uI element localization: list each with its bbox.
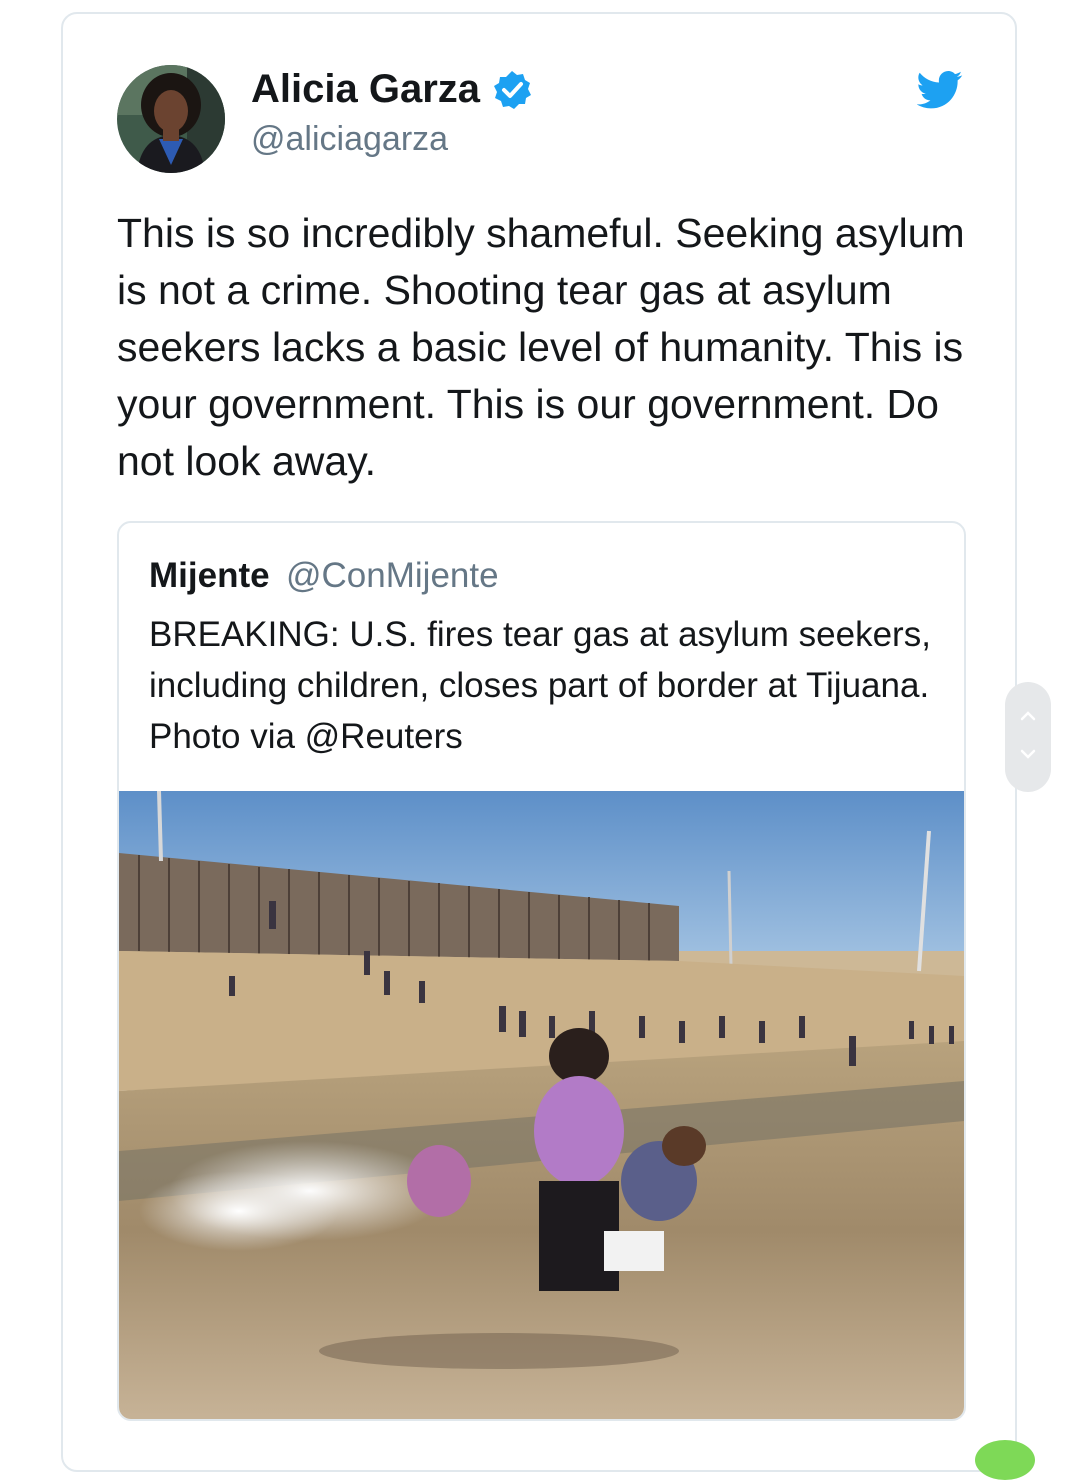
quoted-tweet-text: BREAKING: U.S. fires tear gas at asylum … (149, 615, 931, 756)
scroll-down-icon[interactable] (1018, 744, 1038, 764)
scroll-control[interactable] (1005, 682, 1051, 792)
author-handle[interactable]: @aliciagarza (251, 119, 448, 159)
quoted-author-name[interactable]: Mijente (149, 556, 270, 596)
scroll-up-icon[interactable] (1018, 706, 1038, 726)
avatar[interactable] (117, 65, 225, 173)
author-name[interactable]: Alicia Garza (251, 66, 480, 112)
quoted-tweet-photo[interactable] (119, 790, 964, 1419)
floating-action-button[interactable] (975, 1440, 1035, 1480)
verified-badge-icon (492, 70, 532, 110)
twitter-bird-icon[interactable] (916, 70, 963, 110)
tweet-text: This is so incredibly shameful. Seeking … (117, 210, 965, 484)
quoted-author-handle[interactable]: @ConMijente (286, 556, 499, 596)
quoted-tweet[interactable]: Mijente @ConMijente BREAKING: U.S. fires… (117, 521, 966, 1421)
